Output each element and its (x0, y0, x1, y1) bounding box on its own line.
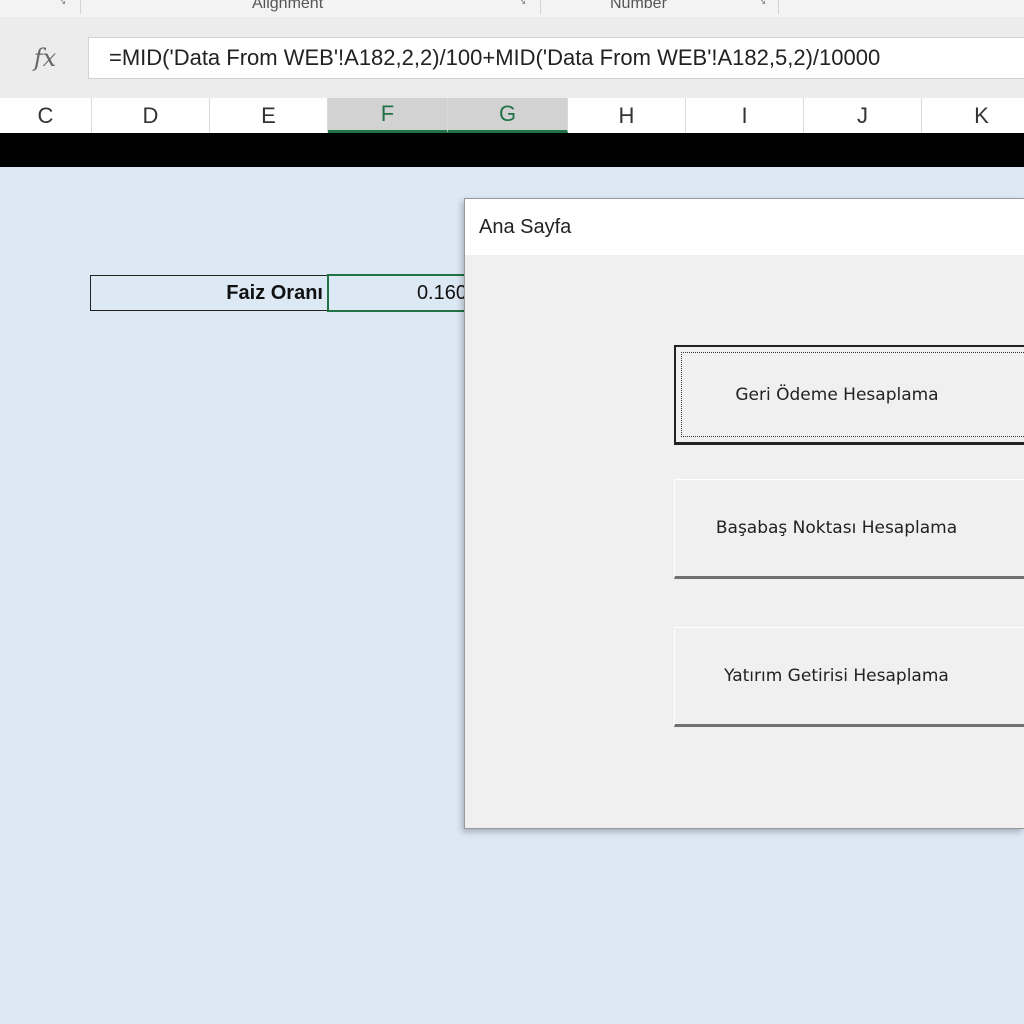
column-header-d[interactable]: D (92, 98, 210, 133)
number-group-label: Number (610, 0, 667, 12)
alignment-group-label: Alignment (252, 0, 324, 12)
payback-calculation-button[interactable]: Geri Ödeme Hesaplama (674, 345, 1024, 445)
column-header-j[interactable]: J (804, 98, 922, 133)
column-header-e[interactable]: E (210, 98, 328, 133)
payback-calculation-label: Geri Ödeme Hesaplama (735, 384, 939, 405)
ribbon-separator (540, 0, 541, 14)
dialog-title-bar[interactable]: Ana Sayfa (465, 199, 1024, 255)
column-header-g[interactable]: G (448, 98, 568, 133)
main-page-dialog: Ana Sayfa Geri Ödeme Hesaplama Başabaş N… (464, 198, 1024, 829)
number-launcher-icon[interactable]: ↘ (758, 0, 767, 6)
column-header-c[interactable]: C (0, 98, 92, 133)
interest-rate-value: 0.160 (416, 281, 467, 304)
column-header-f[interactable]: F (328, 98, 448, 133)
break-even-calculation-button[interactable]: Başabaş Noktası Hesaplama (674, 479, 1024, 579)
column-headers: C D E F G H I J K (0, 98, 1024, 134)
interest-rate-value-cell[interactable]: 0.160 (327, 274, 469, 312)
formula-input[interactable]: =MID('Data From WEB'!A182,2,2)/100+MID('… (88, 37, 1024, 79)
alignment-launcher-icon[interactable]: ↘ (518, 0, 527, 6)
ribbon-separator (778, 0, 779, 14)
ribbon-separator (80, 0, 81, 14)
column-header-i[interactable]: I (686, 98, 804, 133)
column-header-k[interactable]: K (922, 98, 1024, 133)
function-icon: fx (33, 44, 57, 72)
break-even-calculation-label: Başabaş Noktası Hesaplama (715, 518, 958, 538)
formula-text: =MID('Data From WEB'!A182,2,2)/100+MID('… (109, 45, 881, 70)
interest-rate-label: Faiz Oranı (226, 281, 323, 304)
dialog-title: Ana Sayfa (479, 215, 572, 238)
frozen-row-band (0, 133, 1024, 167)
ribbon-group-labels: ↘ Alignment ↘ Number ↘ (0, 0, 1024, 18)
formula-bar: fx =MID('Data From WEB'!A182,2,2)/100+MI… (0, 17, 1024, 98)
return-on-investment-button[interactable]: Yatırım Getirisi Hesaplama (674, 627, 1024, 727)
return-on-investment-label: Yatırım Getirisi Hesaplama (724, 666, 949, 686)
clipboard-launcher-icon[interactable]: ↘ (58, 0, 67, 6)
interest-rate-label-cell[interactable]: Faiz Oranı (90, 275, 328, 311)
insert-function-button[interactable]: fx (10, 37, 80, 79)
column-header-h[interactable]: H (568, 98, 686, 133)
